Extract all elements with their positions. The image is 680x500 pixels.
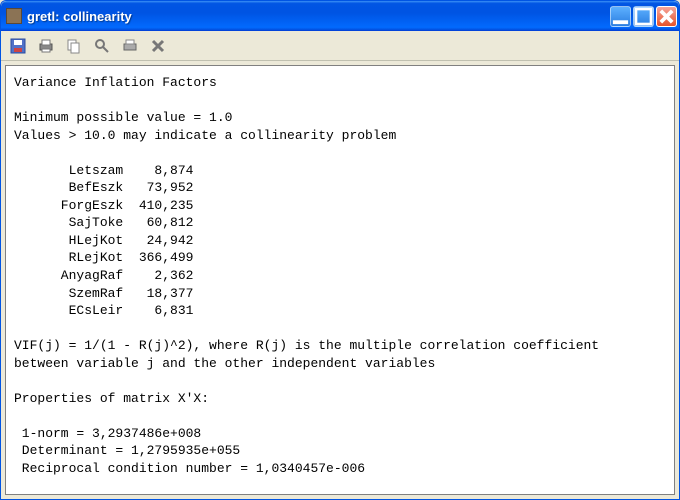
props-heading: Properties of matrix X'X: [14,391,209,406]
one-norm-line: 1-norm = 3,2937486e+008 [14,426,201,441]
toolbar-close-button[interactable] [147,35,169,57]
toolbar [1,31,679,61]
titlebar: gretl: collinearity [1,1,679,31]
min-value-line: Minimum possible value = 1.0 [14,110,232,125]
zoom-button[interactable] [91,35,113,57]
window-controls [610,6,677,27]
minimize-button[interactable] [610,6,631,27]
formula-line-2: between variable j and the other indepen… [14,356,435,371]
maximize-button[interactable] [633,6,654,27]
pagesetup-button[interactable] [119,35,141,57]
print-icon [38,38,54,54]
toolbar-close-icon [150,38,166,54]
maximize-icon [634,7,653,26]
close-icon [657,7,676,26]
save-button[interactable] [7,35,29,57]
app-icon [6,8,22,24]
report-content[interactable]: Variance Inflation Factors Minimum possi… [5,65,675,495]
recip-cond-line: Reciprocal condition number = 1,0340457e… [14,461,365,476]
formula-line-1: VIF(j) = 1/(1 - R(j)^2), where R(j) is t… [14,338,599,353]
determinant-line: Determinant = 1,2795935e+055 [14,443,240,458]
copy-button[interactable] [63,35,85,57]
report-heading: Variance Inflation Factors [14,75,217,90]
app-window: gretl: collinearity [0,0,680,500]
window-title: gretl: collinearity [27,9,610,24]
pagesetup-icon [122,38,138,54]
vif-table: Letszam 8,874 BefEszk 73,952 ForgEszk 41… [14,163,193,318]
zoom-icon [94,38,110,54]
print-button[interactable] [35,35,57,57]
close-button[interactable] [656,6,677,27]
copy-icon [66,38,82,54]
minimize-icon [611,7,630,26]
save-icon [10,38,26,54]
warn-line: Values > 10.0 may indicate a collinearit… [14,128,396,143]
